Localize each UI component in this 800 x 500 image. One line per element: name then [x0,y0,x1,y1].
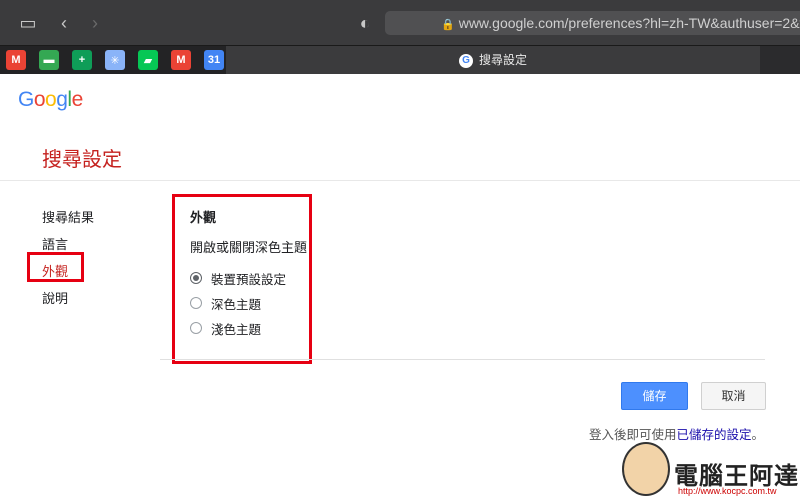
logo-letter: o [33,88,46,111]
radio-button[interactable] [190,297,202,309]
radio-label: 淺色主題 [211,322,262,337]
radio-label: 裝置預設設定 [211,272,287,287]
sidebar-toggle-icon[interactable]: ▭ [17,12,39,34]
mascot-face-icon [622,442,670,496]
logo-letter: e [71,88,84,111]
radio-option-light-theme[interactable]: 淺色主題 [190,319,261,337]
logo-letter: G [18,88,34,111]
watermark-url: http://www.kocpc.com.tw [678,486,777,496]
active-tab-title: 搜尋設定 [478,53,527,67]
address-url: www.google.com/preferences?hl=zh-TW&auth… [458,15,800,31]
highlight-box-nav [27,252,84,282]
radio-button[interactable] [190,272,202,284]
spark-icon[interactable]: ✳ [105,50,125,70]
calendar-icon[interactable]: 31 [204,50,224,70]
section-title: 外觀 [190,210,217,225]
active-tab[interactable]: G 搜尋設定 [226,46,760,74]
browser-toolbar: ▭ ‹ › ◐ 🔒 www.google.com/preferences?hl=z… [0,0,800,45]
logo-letter: o [45,88,57,111]
cancel-button[interactable]: 取消 [701,382,766,410]
google-favicon-icon: G [458,53,473,68]
radio-option-device-default[interactable]: 裝置預設設定 [190,269,286,287]
logo-letter: g [56,88,68,111]
section-subtitle: 開啟或關閉深色主題 [190,240,308,255]
gmail-icon[interactable]: M [6,50,26,70]
save-button[interactable]: 儲存 [621,382,688,410]
chat-icon[interactable]: ▬ [39,50,59,70]
radio-option-dark-theme[interactable]: 深色主題 [190,294,261,312]
back-icon[interactable]: ‹ [53,12,75,34]
nav-item-search-results[interactable]: 搜尋結果 [42,207,94,226]
radio-label: 深色主題 [211,297,262,312]
header-divider [0,180,800,181]
shield-icon[interactable]: ◐ [354,12,376,34]
lock-icon: 🔒 [441,19,455,31]
radio-button[interactable] [190,322,202,334]
google-logo[interactable]: Google [18,88,83,112]
sheets-icon[interactable]: + [72,50,92,70]
watermark: 電腦王阿達 http://www.kocpc.com.tw [620,440,800,500]
nav-item-language[interactable]: 語言 [42,234,68,253]
nav-item-help[interactable]: 說明 [42,288,68,307]
page-title: 搜尋設定 [42,149,122,171]
line-icon[interactable]: ▰ [138,50,158,70]
pinned-tabs: M ▬ + ✳ ▰ M 31 [0,46,226,74]
section-divider [160,359,765,360]
tab-bar: M ▬ + ✳ ▰ M 31 G 搜尋設定 [0,45,800,74]
address-bar[interactable]: 🔒 www.google.com/preferences?hl=zh-TW&aut… [385,11,800,35]
gmail-icon[interactable]: M [171,50,191,70]
forward-icon[interactable]: › [84,12,106,34]
